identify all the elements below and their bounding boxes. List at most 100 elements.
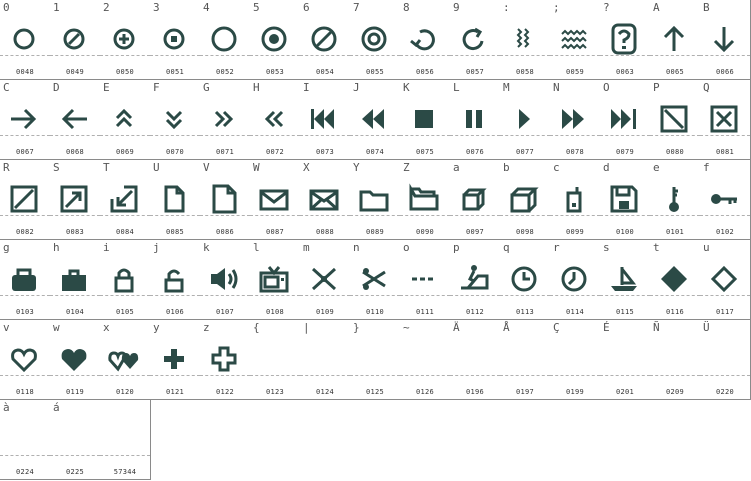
glyph-code: 0108	[265, 308, 285, 316]
glyph-code: 0099	[565, 228, 585, 236]
glyph-cell: Y 0089	[350, 160, 401, 240]
key-horizontal-icon	[711, 194, 737, 204]
glyph-cell: y 0121	[150, 320, 201, 400]
glyph-code: 0066	[715, 68, 735, 76]
baseline-divider	[650, 215, 700, 216]
stop-icon	[415, 110, 433, 128]
glyph-character: k	[203, 241, 210, 254]
concentric-circle-icon	[361, 26, 387, 52]
glyph-character: É	[603, 321, 610, 334]
clock-icon	[511, 266, 537, 292]
glyph-character: e	[653, 161, 660, 174]
glyph-code: 0081	[715, 148, 735, 156]
glyph-cell: T 0084	[100, 160, 151, 240]
lock-icon	[114, 268, 134, 293]
glyph-cell: Ç 0199	[550, 320, 601, 400]
baseline-divider	[300, 295, 350, 296]
cube-icon	[462, 188, 487, 211]
glyph-cell: F 0070	[150, 80, 201, 160]
baseline-divider	[200, 135, 250, 136]
glyph-cell: G 0071	[200, 80, 251, 160]
baseline-divider	[0, 55, 50, 56]
glyph-cell: {0123	[250, 320, 301, 400]
glyph-character: q	[503, 241, 510, 254]
glyph-code: 0224	[15, 468, 35, 476]
baseline-divider	[550, 135, 600, 136]
scissors-open-icon	[362, 268, 386, 290]
glyph-character: P	[653, 81, 660, 94]
glyph-cell: b 0098	[500, 160, 551, 240]
glyph-code: 0082	[15, 228, 35, 236]
glyph-character: a	[453, 161, 460, 174]
glyph-cell: z 0122	[200, 320, 251, 400]
glyph-character: Å	[503, 321, 510, 334]
escalator-icon	[461, 265, 489, 290]
glyph-cell: 4 0052	[200, 0, 251, 80]
glyph-cell: q 0113	[500, 240, 551, 320]
glyph-cell: Ü 0220	[700, 320, 751, 400]
arrow-left-icon	[61, 108, 87, 130]
glyph-cell: j 0106	[150, 240, 201, 320]
expand-icon	[60, 185, 88, 213]
baseline-divider	[150, 55, 200, 56]
glyph-character: y	[153, 321, 160, 334]
hearts-pair-icon	[108, 351, 139, 372]
rewind-icon	[362, 109, 384, 129]
glyph-code: 0097	[465, 228, 485, 236]
arrow-up-icon	[663, 25, 685, 51]
glyph-code: 0077	[515, 148, 535, 156]
play-icon	[519, 109, 530, 129]
glyph-code: 0079	[615, 148, 635, 156]
glyph-cell: Ñ 0209	[650, 320, 701, 400]
glyph-character: 2	[103, 1, 110, 14]
glyph-character: R	[3, 161, 10, 174]
glyph-code: 0107	[215, 308, 235, 316]
glyph-character: C	[3, 81, 10, 94]
circle-icon	[13, 28, 35, 50]
wavy-vertical-icon	[516, 28, 530, 48]
baseline-divider	[350, 295, 400, 296]
glyph-character: 5	[253, 1, 260, 14]
glyph-cell: Ä 0196	[450, 320, 501, 400]
glyph-cell: 7 0055	[350, 0, 401, 80]
skip-back-icon	[311, 109, 334, 129]
glyph-character: r	[553, 241, 560, 254]
baseline-divider	[300, 135, 350, 136]
glyph-cell: f 0102	[700, 160, 751, 240]
glyph-character: 1	[53, 1, 60, 14]
baseline-divider	[50, 375, 100, 376]
dashed-line-icon	[412, 277, 436, 281]
glyph-cell: e 0101	[650, 160, 701, 240]
baseline-divider	[550, 55, 600, 56]
arrow-down-icon	[713, 27, 735, 53]
glyph-code: 0080	[665, 148, 685, 156]
collapse-icon	[110, 185, 138, 213]
glyph-character: 8	[403, 1, 410, 14]
baseline-divider	[100, 375, 150, 376]
glyph-cell: C 0067	[0, 80, 51, 160]
glyph-character: Ä	[453, 321, 460, 334]
tv-icon	[259, 266, 289, 293]
circle-plus-icon	[113, 28, 135, 50]
glyph-code: 0090	[415, 228, 435, 236]
baseline-divider	[650, 375, 700, 376]
glyph-code: 0102	[715, 228, 735, 236]
pause-icon	[466, 110, 482, 128]
baseline-divider	[50, 55, 100, 56]
baseline-divider	[350, 135, 400, 136]
glyph-character: }	[353, 321, 360, 334]
glyph-cell: B 0066	[700, 0, 751, 80]
glyph-character: h	[53, 241, 60, 254]
glyph-character: U	[153, 161, 160, 174]
glyph-character: o	[403, 241, 410, 254]
envelope-icon	[259, 189, 289, 211]
glyph-code: 0048	[15, 68, 35, 76]
floppy-disk-icon	[610, 185, 638, 213]
baseline-divider	[0, 215, 50, 216]
glyph-cell: p 0112	[450, 240, 501, 320]
glyph-code: 0112	[465, 308, 485, 316]
baseline-divider	[450, 295, 500, 296]
glyph-character: d	[603, 161, 610, 174]
baseline-divider	[400, 215, 450, 216]
glyph-cell: U 0085	[150, 160, 201, 240]
